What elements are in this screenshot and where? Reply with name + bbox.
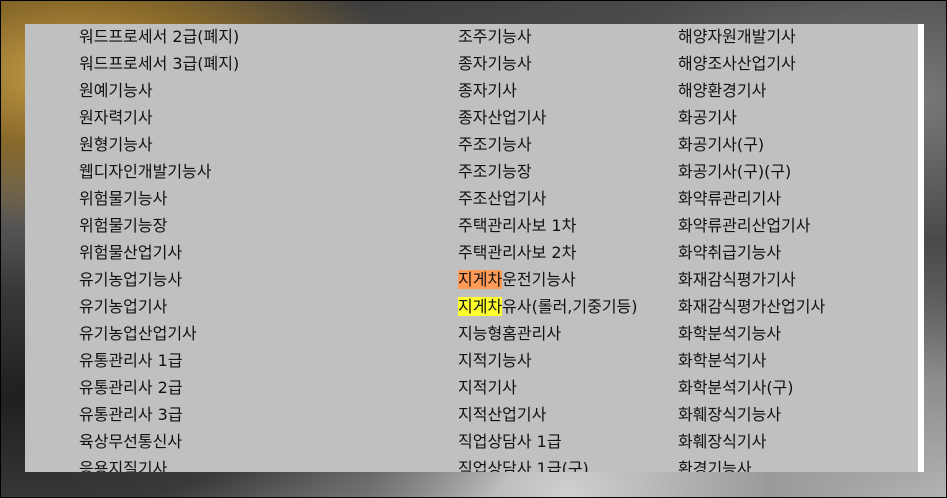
- image-border: [0, 0, 947, 498]
